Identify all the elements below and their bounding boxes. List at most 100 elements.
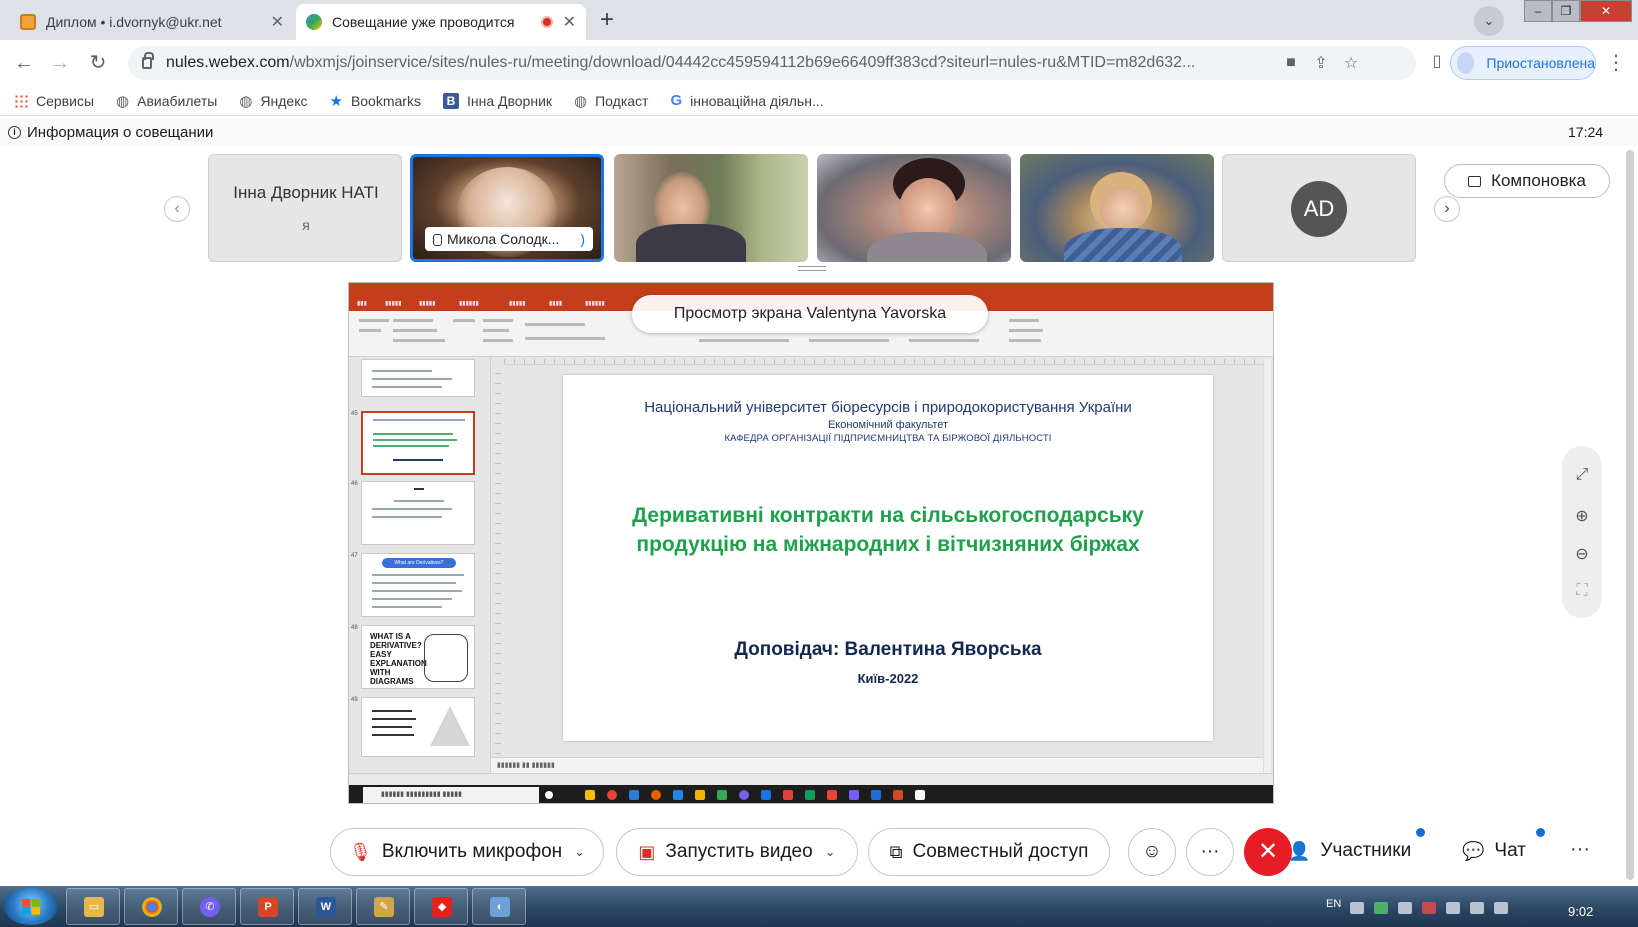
participant-tile-self[interactable]: Інна Дворник НАТІ я [208,154,402,262]
close-tab-icon[interactable]: ✕ [271,12,284,32]
taskbar-anydesk[interactable]: ◆ [414,888,468,925]
meeting-info-button[interactable]: i Информация о совещании [0,118,1638,146]
participant-tile-active-speaker[interactable]: Микола Солодк... ) [410,154,604,262]
bookmark-label: інноваційна діяльн... [690,92,824,109]
forward-arrow-icon[interactable]: → [46,49,74,77]
fullscreen-icon[interactable]: ⤢ [1562,466,1602,484]
more-panels-icon[interactable]: ··· [1570,838,1590,861]
leave-meeting-button[interactable]: ✕ [1244,828,1292,876]
bookmark-star-icon[interactable]: ☆ [1336,53,1366,73]
input-language[interactable]: EN [1326,898,1341,910]
tab-webex-meeting[interactable]: Совещание уже проводится ✕ [296,4,586,40]
participant-tile-video[interactable] [1020,154,1214,262]
chevron-down-icon[interactable]: ⌄ [574,844,585,860]
tray-app-icon[interactable] [1374,902,1388,914]
chevron-left-icon[interactable]: ‹ [164,196,190,222]
bookmark-bookmarks[interactable]: ★ Bookmarks [329,92,420,110]
stage-resize-handle[interactable] [798,266,826,271]
smiley-icon: ☺ [1142,841,1162,862]
bookmark-aviatickets[interactable]: ◍ Авиабилеты [116,92,217,110]
tray-warning-icon[interactable] [1422,902,1436,914]
bookmark-podcast[interactable]: ◍ Подкаст [574,92,648,110]
bookmark-services[interactable]: Сервисы [14,93,94,109]
window-close-button[interactable]: ✕ [1580,0,1632,22]
webex-favicon-icon [306,14,322,30]
participants-button[interactable]: 👤 Участники [1288,840,1411,862]
share-page-icon[interactable]: ⇪ [1306,53,1336,73]
side-panel-icon[interactable]: ▯ [1426,51,1448,73]
app-icon: ◐ [490,897,510,917]
participant-tile-video[interactable] [614,154,808,262]
tab-title: Диплом • i.dvornyk@ukr.net [46,14,222,30]
chrome-icon [142,897,162,917]
start-button[interactable] [4,888,58,925]
tray-network-icon[interactable] [1350,902,1364,914]
tab-search-chevron-icon[interactable]: ⌄ [1474,6,1504,36]
taskbar-explorer[interactable]: ▭ [66,888,120,925]
profile-button[interactable]: Приостановлена [1450,46,1596,80]
thumb-diagram [424,634,468,682]
video-off-icon: ▣ [638,841,656,862]
slide-thumbnail[interactable]: What are Derivatives? [361,553,475,617]
reactions-button[interactable]: ☺ [1128,828,1176,876]
camera-blocked-icon[interactable]: ■ [1276,54,1306,72]
taskbar-powerpoint[interactable]: P [240,888,294,925]
fit-screen-icon[interactable]: ⛶ [1562,582,1602,600]
layout-button[interactable]: Компоновка [1444,164,1610,198]
slide-scrollbar[interactable] [1263,359,1271,787]
reload-icon[interactable]: ↻ [84,49,112,77]
zoom-out-icon[interactable]: ⊖ [1562,544,1602,564]
taskbar-word[interactable]: W [298,888,352,925]
slide-title: Деривативні контракти на сільськогоспода… [632,504,1144,556]
participant-tile-video[interactable] [817,154,1011,262]
taskbar-clock[interactable]: 9:02 [1568,904,1593,919]
address-url[interactable]: nules.webex.com/wbxmjs/joinservice/sites… [166,54,1276,72]
slide-thumbnail[interactable] [361,481,475,545]
window-maximize-button[interactable]: ❐ [1552,0,1580,22]
shared-screen[interactable]: ▮▮▮ ▮▮▮▮▮ ▮▮▮▮▮ ▮▮▮▮▮▮ ▮▮▮▮▮ ▮▮▮▮ ▮▮▮▮▮▮ Просм… [348,282,1274,804]
tray-battery-icon[interactable] [1494,902,1508,914]
share-button[interactable]: ⧉ Совместный доступ [868,828,1110,876]
start-video-button[interactable]: ▣ Запустить видео ⌄ [616,828,858,876]
address-bar[interactable]: nules.webex.com/wbxmjs/joinservice/sites… [128,46,1416,80]
profile-status-label: Приостановлена [1486,55,1595,71]
chevron-right-icon[interactable]: › [1434,196,1460,222]
lock-icon [142,52,154,69]
back-arrow-icon[interactable]: ← [10,49,38,77]
participant-tile-avatar[interactable]: AD [1222,154,1416,262]
apps-grid-icon [14,93,28,108]
bookmark-yandex[interactable]: ◍ Яндекс [239,92,307,110]
slide-thumbnail[interactable] [361,697,475,757]
tray-flag-icon[interactable] [1446,902,1460,914]
slide-thumbnail[interactable] [361,359,475,397]
bookmark-innovation[interactable]: Gінноваційна діяльн... [670,92,823,109]
chevron-down-icon[interactable]: ⌄ [825,844,836,860]
zoom-in-icon[interactable]: ⊕ [1562,506,1602,526]
taskbar-app[interactable]: ✎ [356,888,410,925]
tray-signal-icon[interactable] [1470,902,1484,914]
slide-thumbnail-selected[interactable] [361,411,475,475]
recording-indicator-icon [540,16,553,28]
participants-notification-dot [1416,828,1425,837]
taskbar-app[interactable]: ◐ [472,888,526,925]
video-label: Запустить видео [665,841,813,862]
taskbar-viber[interactable]: ✆ [182,888,236,925]
profile-avatar-icon [1457,52,1475,74]
video-face [899,178,957,240]
tray-volume-icon[interactable] [1398,902,1412,914]
video-body [867,232,987,262]
window-minimize-button[interactable]: – [1524,0,1552,22]
slide-thumbnail[interactable]: WHAT IS A DERIVATIVE? EASY EXPLANATION W… [361,625,475,689]
new-tab-button[interactable]: + [592,6,622,36]
browser-menu-icon[interactable]: ⋮ [1606,50,1626,75]
tab-diploma[interactable]: Диплом • i.dvornyk@ukr.net ✕ [10,4,294,40]
chat-button[interactable]: 💬 Чат [1462,840,1526,862]
unmute-button[interactable]: 🎙 Включить микрофон ⌄ [330,828,604,876]
more-options-button[interactable]: ··· [1186,828,1234,876]
bookmark-inna-dvornyk[interactable]: B Інна Дворник [442,92,552,109]
ppt-statusbar [349,773,1273,785]
page-scrollbar[interactable] [1626,150,1634,880]
taskbar-chrome[interactable] [124,888,178,925]
close-tab-icon[interactable]: ✕ [563,12,576,32]
app-icon: ✎ [374,897,394,917]
